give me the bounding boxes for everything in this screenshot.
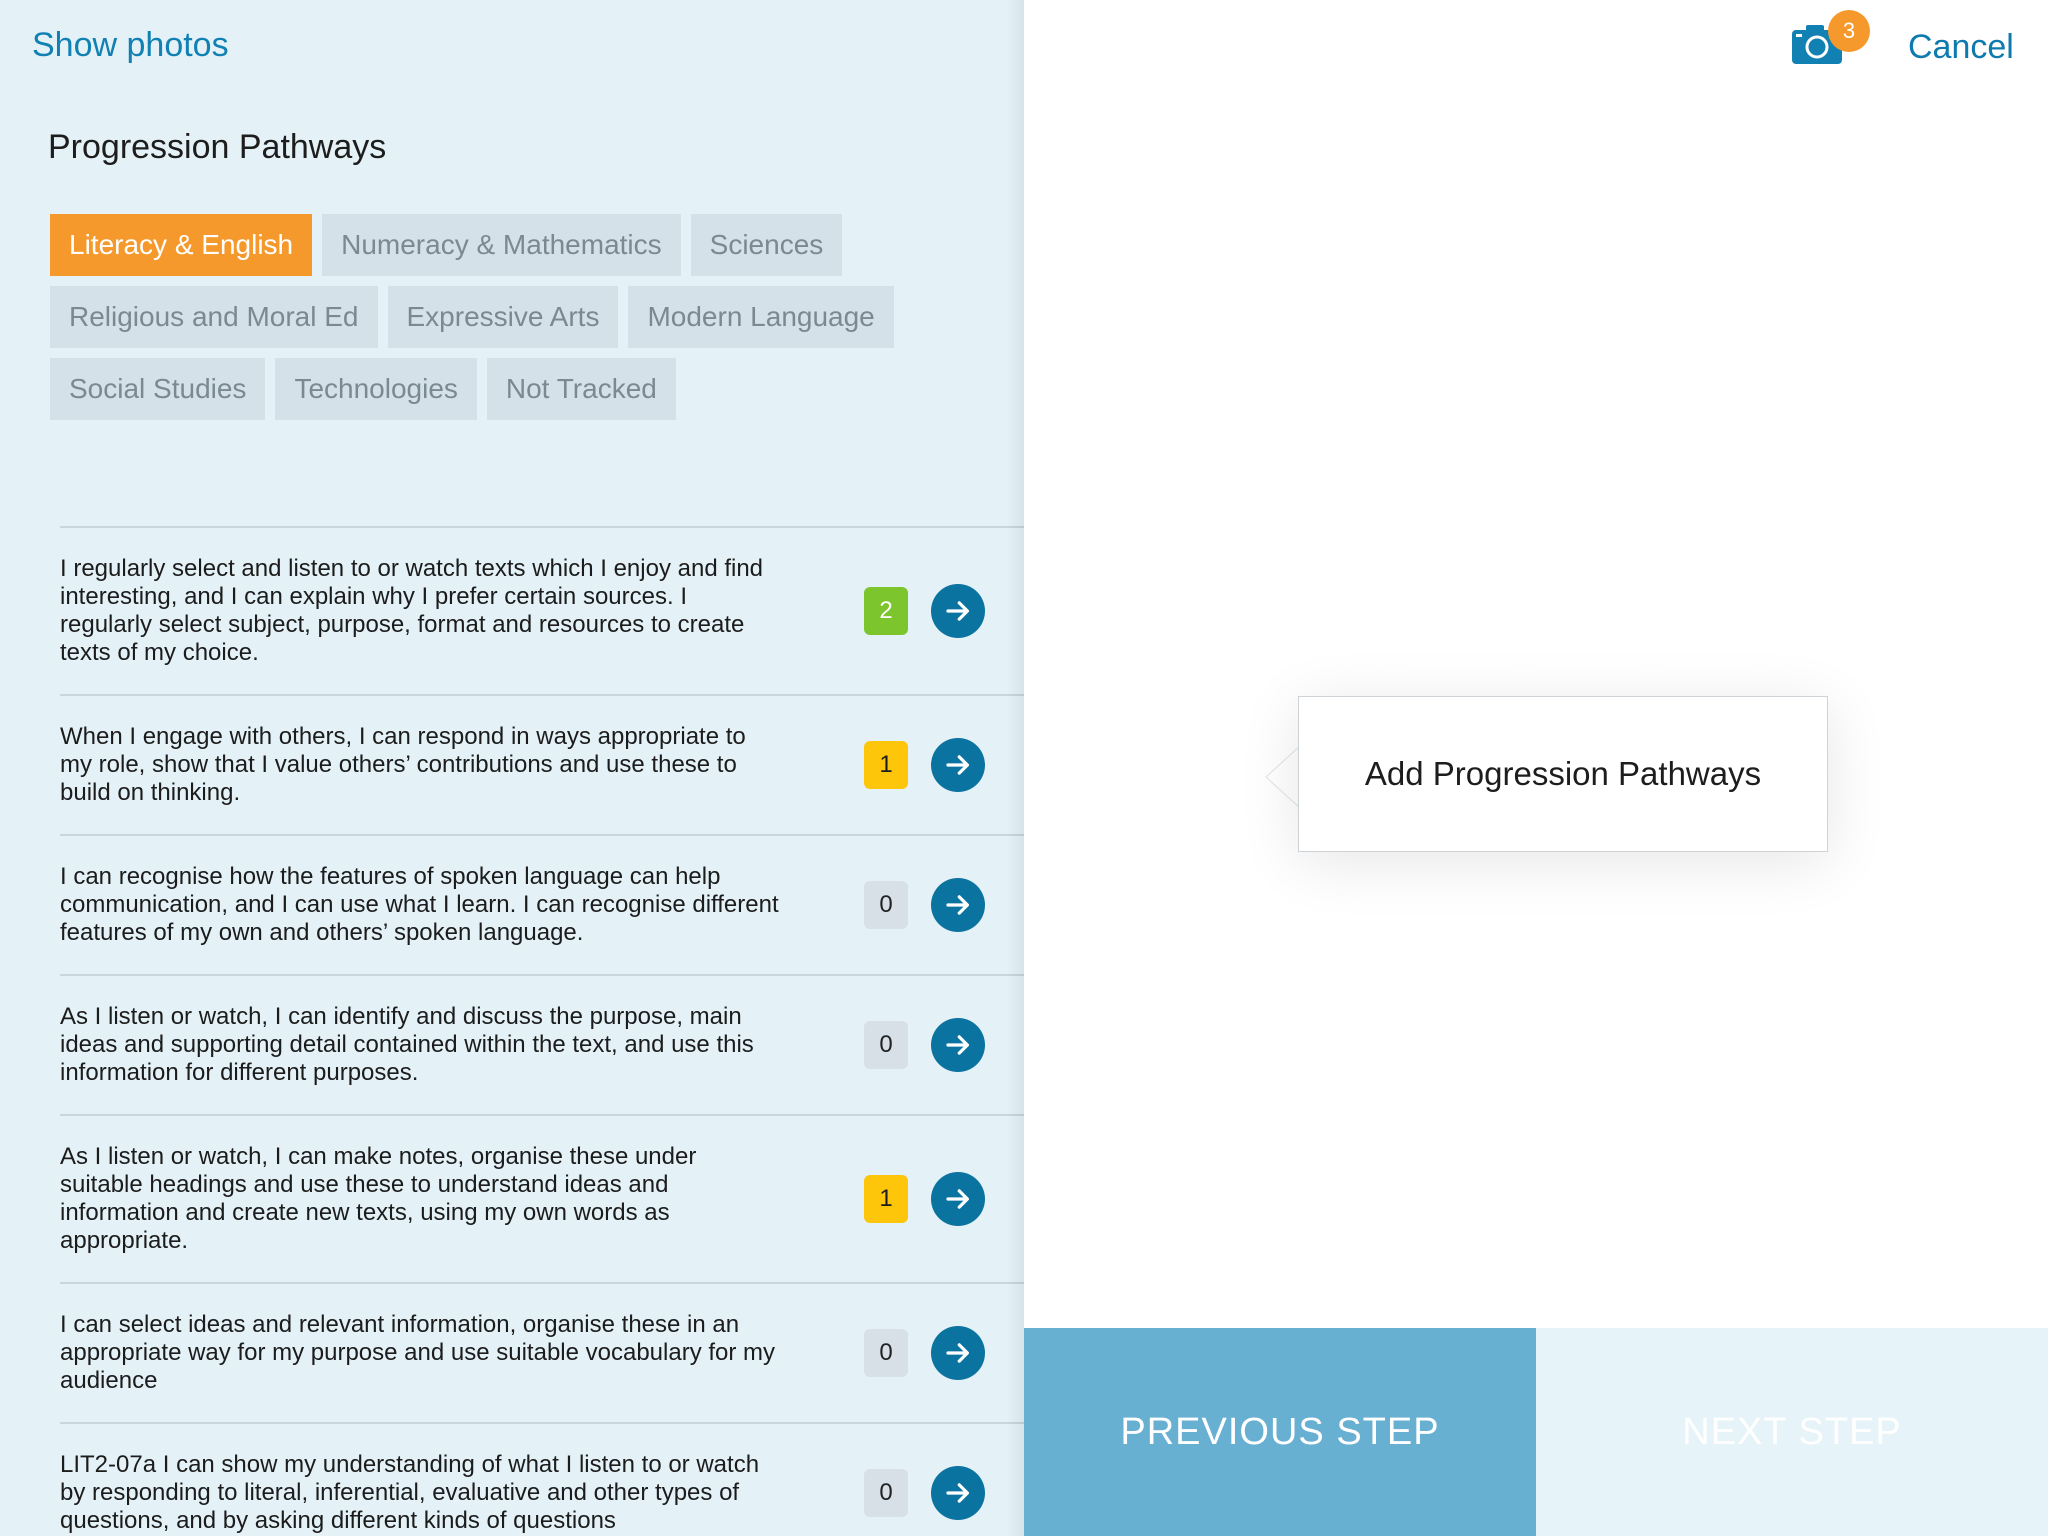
tag-not-tracked[interactable]: Not Tracked xyxy=(486,358,676,420)
tag-sciences[interactable]: Sciences xyxy=(690,214,843,276)
arrow-right-icon xyxy=(946,601,969,621)
tag-row: Literacy & English Numeracy & Mathematic… xyxy=(50,214,990,276)
outcome-text: LIT2-07a I can show my understanding of … xyxy=(60,1451,760,1534)
list-item[interactable]: As I listen or watch, I can make notes, … xyxy=(60,1114,1024,1282)
list-item[interactable]: I can recognise how the features of spok… xyxy=(60,834,1024,974)
evidence-count-badge: 0 xyxy=(864,881,908,929)
add-pathways-popover[interactable]: Add Progression Pathways xyxy=(1298,696,1828,852)
evidence-count-badge: 1 xyxy=(864,741,908,789)
tag-row: Social Studies Technologies Not Tracked xyxy=(50,358,990,420)
list-item[interactable]: As I listen or watch, I can identify and… xyxy=(60,974,1024,1114)
outcome-text: When I engage with others, I can respond… xyxy=(60,723,746,806)
tag-row: Religious and Moral Ed Expressive Arts M… xyxy=(50,286,990,348)
open-outcome-button[interactable] xyxy=(931,878,985,932)
evidence-count-badge: 0 xyxy=(864,1329,908,1377)
arrow-right-icon xyxy=(946,1483,969,1503)
next-step-button[interactable]: NEXT STEP xyxy=(1536,1328,2048,1536)
arrow-right-icon xyxy=(946,755,969,775)
open-outcome-button[interactable] xyxy=(931,1326,985,1380)
open-outcome-button[interactable] xyxy=(931,1466,985,1520)
tag-expressive-arts[interactable]: Expressive Arts xyxy=(387,286,619,348)
arrow-right-icon xyxy=(946,1343,969,1363)
tag-literacy-english[interactable]: Literacy & English xyxy=(50,214,313,276)
evidence-count-badge: 1 xyxy=(864,1175,908,1223)
evidence-count-badge: 0 xyxy=(864,1469,908,1517)
evidence-count-badge: 0 xyxy=(864,1021,908,1069)
evidence-count-badge: 2 xyxy=(864,587,908,635)
page-title: Progression Pathways xyxy=(48,128,387,166)
tag-social-studies[interactable]: Social Studies xyxy=(50,358,266,420)
outcome-text: I can recognise how the features of spok… xyxy=(60,863,779,946)
list-item[interactable]: I regularly select and listen to or watc… xyxy=(60,526,1024,694)
tag-religious-moral-ed[interactable]: Religious and Moral Ed xyxy=(50,286,378,348)
arrow-right-icon xyxy=(946,1035,969,1055)
list-item[interactable]: When I engage with others, I can respond… xyxy=(60,694,1024,834)
tag-modern-language[interactable]: Modern Language xyxy=(628,286,894,348)
open-outcome-button[interactable] xyxy=(931,738,985,792)
tag-numeracy-mathematics[interactable]: Numeracy & Mathematics xyxy=(322,214,681,276)
subject-tag-list: Literacy & English Numeracy & Mathematic… xyxy=(50,214,990,430)
list-item[interactable]: I can select ideas and relevant informat… xyxy=(60,1282,1024,1422)
open-outcome-button[interactable] xyxy=(931,1018,985,1072)
progression-sidebar: Show photos Progression Pathways Literac… xyxy=(0,0,1024,1536)
popover-arrow xyxy=(1265,746,1301,808)
photo-count-badge: 3 xyxy=(1828,10,1870,52)
outcome-text: I can select ideas and relevant informat… xyxy=(60,1311,776,1394)
popover-label: Add Progression Pathways xyxy=(1364,755,1762,792)
cancel-button[interactable]: Cancel xyxy=(1908,28,2014,67)
outcome-text: As I listen or watch, I can make notes, … xyxy=(60,1143,697,1254)
tag-technologies[interactable]: Technologies xyxy=(275,358,477,420)
previous-step-button[interactable]: PREVIOUS STEP xyxy=(1024,1328,1536,1536)
open-outcome-button[interactable] xyxy=(931,1172,985,1226)
outcome-text: I regularly select and listen to or watc… xyxy=(60,555,764,666)
arrow-right-icon xyxy=(946,895,969,915)
outcome-text: As I listen or watch, I can identify and… xyxy=(60,1003,754,1086)
arrow-right-icon xyxy=(946,1189,969,1209)
open-outcome-button[interactable] xyxy=(931,584,985,638)
show-photos-link[interactable]: Show photos xyxy=(32,26,229,65)
outcome-list: I regularly select and listen to or watc… xyxy=(60,526,1024,1536)
list-item[interactable]: LIT2-07a I can show my understanding of … xyxy=(60,1422,1024,1536)
